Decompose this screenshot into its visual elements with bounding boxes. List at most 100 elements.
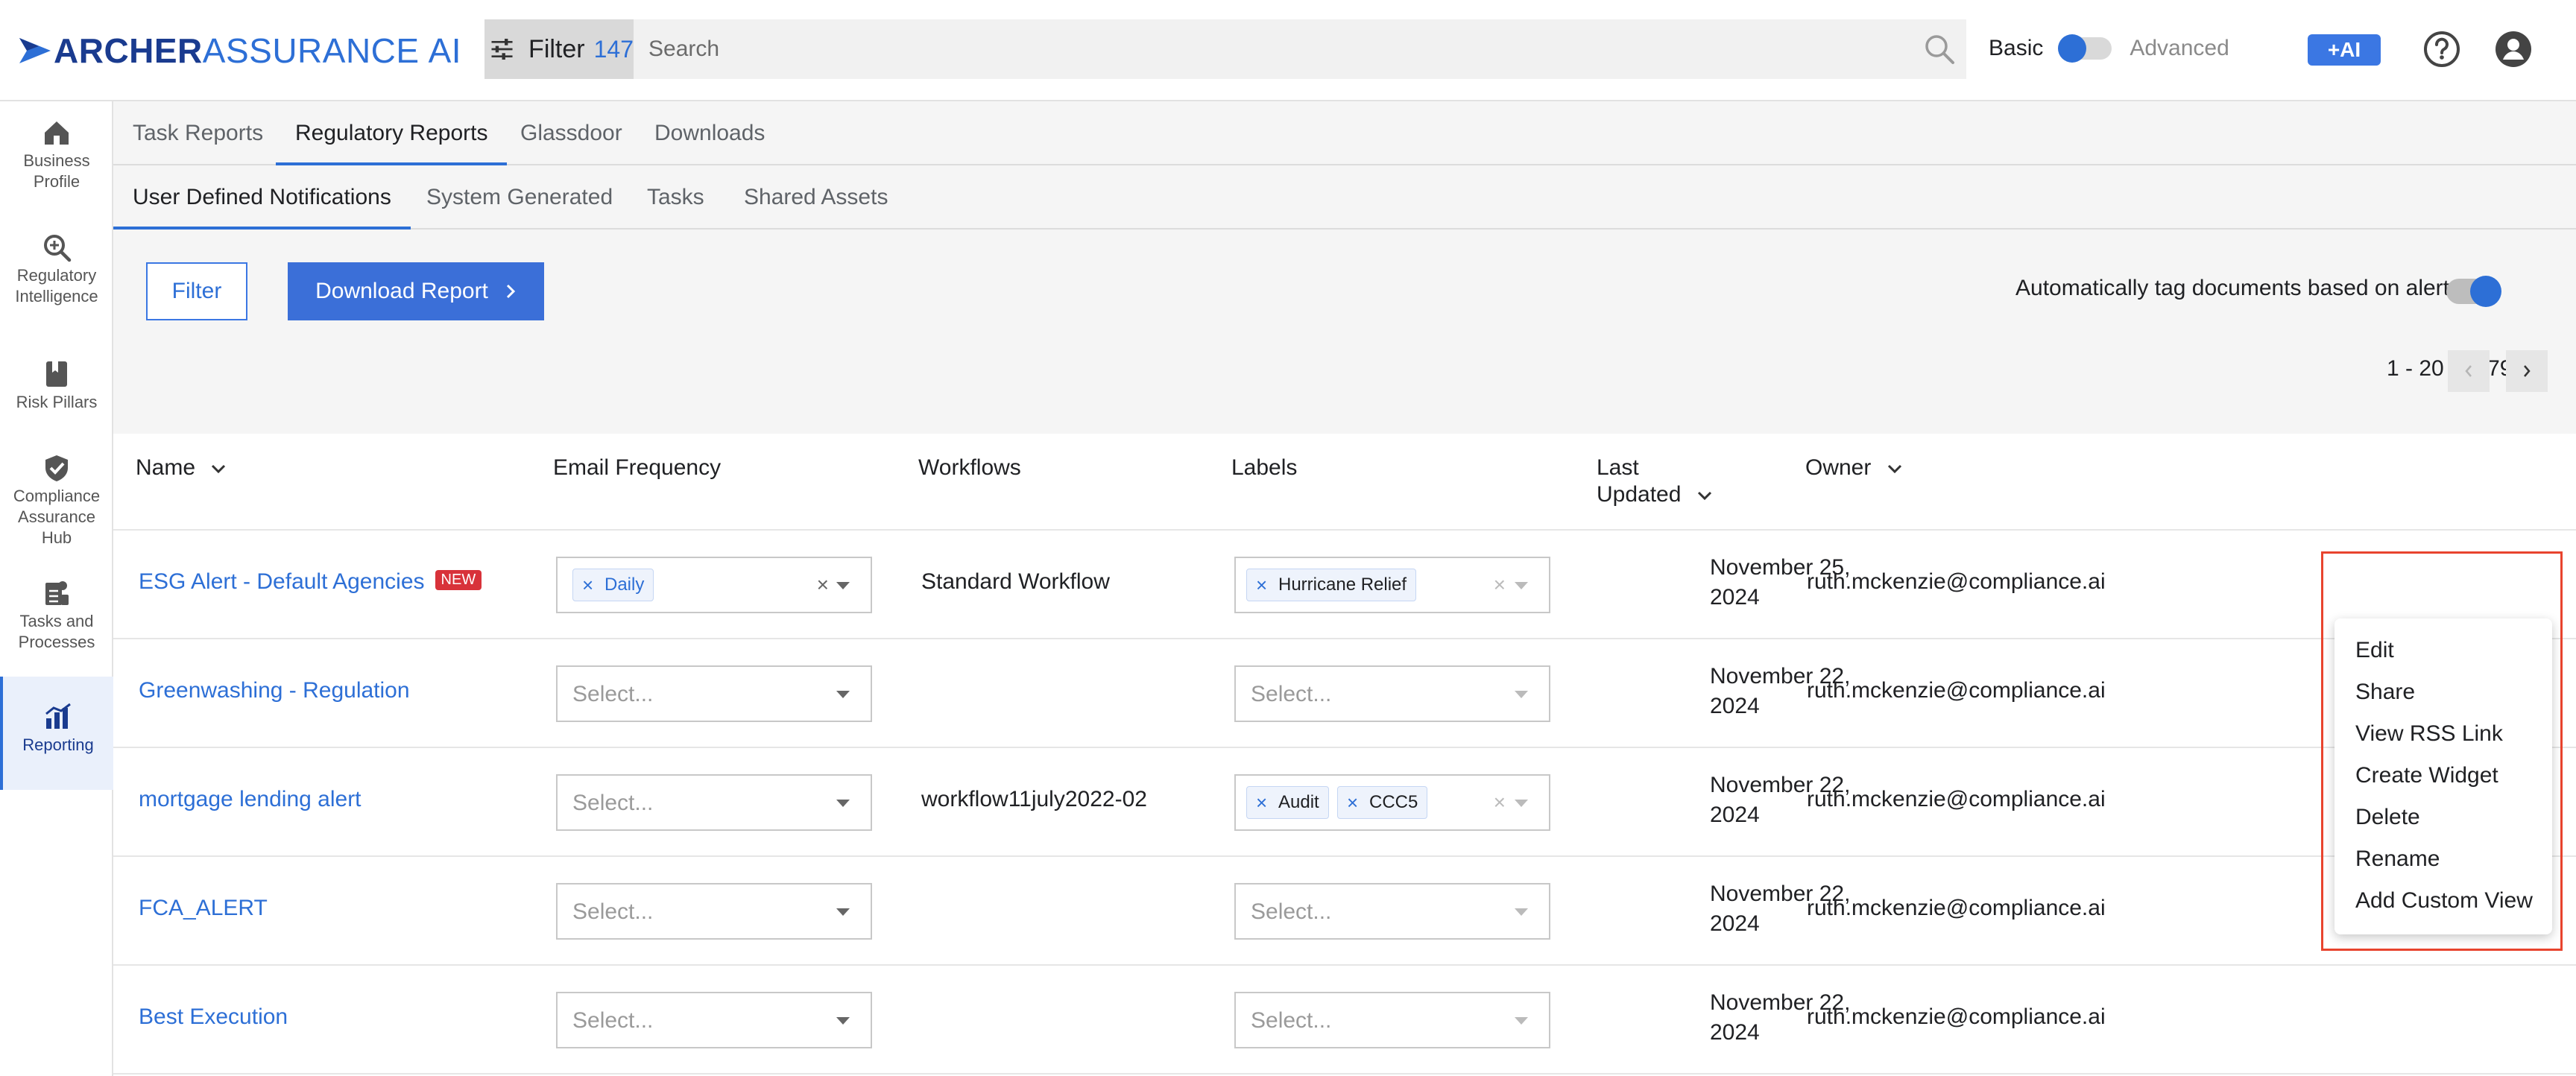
alert-name-link[interactable]: Greenwashing - Regulation <box>139 678 410 703</box>
caret-down-icon <box>1515 582 1528 589</box>
filter-button[interactable]: Filter <box>146 262 247 320</box>
caret-down-icon <box>1515 800 1528 807</box>
email-frequency-select[interactable]: Select... <box>556 883 872 940</box>
tab-downloads[interactable]: Downloads <box>635 101 784 165</box>
table-header: Name Email Frequency Workflows Labels La… <box>113 434 2576 531</box>
help-icon[interactable] <box>2422 30 2461 69</box>
email-frequency-select[interactable]: Select... <box>556 992 872 1048</box>
remove-chip-icon[interactable]: × <box>1347 787 1358 818</box>
column-header-name[interactable]: Name <box>136 455 227 481</box>
column-header-owner[interactable]: Owner <box>1805 455 1903 481</box>
alert-name-link[interactable]: mortgage lending alert <box>139 787 362 812</box>
logo-arrow-icon <box>19 38 51 63</box>
caret-down-icon <box>836 1017 850 1025</box>
secondary-tabs: User Defined Notifications System Genera… <box>113 165 2576 230</box>
clear-selection-icon[interactable]: × <box>817 573 829 597</box>
alert-name-link[interactable]: ESG Alert - Default Agencies NEW <box>139 569 482 595</box>
remove-chip-icon[interactable]: × <box>1256 569 1267 601</box>
search-input[interactable] <box>648 19 1901 79</box>
alert-name-link[interactable]: FCA_ALERT <box>139 896 268 921</box>
sidebar-item-risk-pillars[interactable]: Risk Pillars <box>0 359 113 455</box>
owner-value: ruth.mckenzie@compliance.ai <box>1807 678 2106 703</box>
label-chip-text: CCC5 <box>1369 792 1418 812</box>
tab-shared-assets[interactable]: Shared Assets <box>724 165 907 230</box>
menu-item-add-custom-view[interactable]: Add Custom View <box>2355 888 2533 914</box>
mode-toggle[interactable] <box>2058 34 2112 63</box>
menu-item-delete[interactable]: Delete <box>2355 805 2420 830</box>
table-row: mortgage lending alert Select... workflo… <box>113 748 2576 857</box>
search-mode-switch: Basic Advanced <box>1989 30 2229 67</box>
select-placeholder: Select... <box>572 899 654 924</box>
tasks-icon <box>45 581 69 605</box>
chevron-left-icon <box>2465 365 2472 377</box>
frequency-chip: × Daily <box>572 569 654 601</box>
labels-select[interactable]: × Audit × CCC5 × <box>1234 774 1550 831</box>
labels-select[interactable]: Select... <box>1234 883 1550 940</box>
mode-basic-label[interactable]: Basic <box>1989 36 2043 61</box>
tab-glassdoor[interactable]: Glassdoor <box>501 101 642 165</box>
tab-user-defined-notifications[interactable]: User Defined Notifications <box>113 165 411 230</box>
column-header-last-updated[interactable]: Last Updated <box>1597 455 1713 508</box>
search-icon[interactable] <box>1923 33 1956 66</box>
select-placeholder: Select... <box>1251 1008 1332 1033</box>
label-chip: × CCC5 <box>1337 786 1428 819</box>
menu-item-create-widget[interactable]: Create Widget <box>2355 763 2498 788</box>
ai-button[interactable]: +AI <box>2308 34 2381 66</box>
logo-text-ai: AI <box>428 31 462 70</box>
sidebar-item-business-profile[interactable]: Business Profile <box>0 118 113 213</box>
tab-system-generated[interactable]: System Generated <box>407 165 632 230</box>
sidebar-item-regulatory-intelligence[interactable]: Regulatory Intelligence <box>0 232 113 328</box>
top-header: ARCHERASSURANCEAI Filter 147 Basic Advan… <box>0 0 2576 101</box>
logo-text-archer: ARCHER <box>54 31 203 70</box>
remove-chip-icon[interactable]: × <box>1256 787 1267 818</box>
column-header-workflows: Workflows <box>918 455 1021 480</box>
download-report-button[interactable]: Download Report <box>288 262 544 320</box>
alert-name-link[interactable]: Best Execution <box>139 1004 288 1030</box>
label-chip: × Hurricane Relief <box>1246 569 1417 601</box>
email-frequency-select[interactable]: Select... <box>556 774 872 831</box>
labels-select[interactable]: Select... <box>1234 665 1550 722</box>
sidebar-label-compliance-assurance-hub: Compliance Assurance Hub <box>13 487 101 547</box>
menu-item-rename[interactable]: Rename <box>2355 846 2440 872</box>
new-badge: NEW <box>435 570 482 590</box>
menu-item-share[interactable]: Share <box>2355 680 2415 705</box>
last-updated-line2: 2024 <box>1710 803 1760 827</box>
sidebar-item-tasks-and-processes[interactable]: Tasks and Processes <box>0 578 113 675</box>
header-filter-button[interactable]: Filter 147 <box>484 19 634 79</box>
column-header-name-label: Name <box>136 455 196 480</box>
select-placeholder: Select... <box>572 682 654 706</box>
caret-down-icon <box>1515 691 1528 698</box>
menu-item-view-rss-link[interactable]: View RSS Link <box>2355 721 2503 747</box>
sidebar-item-compliance-assurance-hub[interactable]: Compliance Assurance Hub <box>0 453 113 572</box>
labels-select[interactable]: Select... <box>1234 992 1550 1048</box>
menu-item-edit[interactable]: Edit <box>2355 638 2394 663</box>
email-frequency-select[interactable]: × Daily × <box>556 557 872 613</box>
tab-tasks[interactable]: Tasks <box>628 165 724 230</box>
auto-tag-toggle[interactable] <box>2446 276 2501 307</box>
chevron-right-icon <box>506 284 516 299</box>
chevron-down-icon <box>1887 465 1901 474</box>
logo-text-assurance: ASSURANCE <box>202 31 420 70</box>
select-placeholder: Select... <box>1251 682 1332 706</box>
table-row: Greenwashing - Regulation Select... Sele… <box>113 639 2576 748</box>
row-action-menu: Edit Share View RSS Link Create Widget D… <box>2334 618 2552 934</box>
select-placeholder: Select... <box>1251 899 1332 924</box>
tab-task-reports[interactable]: Task Reports <box>113 101 282 165</box>
table-row: ESG Alert - Default Agencies NEW × Daily … <box>113 531 2576 639</box>
app-logo[interactable]: ARCHER ASSURANCE AI <box>19 30 461 72</box>
bookmark-book-icon <box>46 361 67 387</box>
remove-chip-icon[interactable]: × <box>582 569 593 601</box>
user-account-icon[interactable] <box>2494 30 2533 69</box>
house-icon <box>45 121 69 145</box>
sidebar-item-reporting[interactable]: Reporting <box>0 677 113 790</box>
clear-selection-icon[interactable]: × <box>1494 791 1506 814</box>
tab-regulatory-reports[interactable]: Regulatory Reports <box>276 101 508 165</box>
owner-value: ruth.mckenzie@compliance.ai <box>1807 787 2106 811</box>
mode-advanced-label[interactable]: Advanced <box>2130 36 2229 61</box>
email-frequency-select[interactable]: Select... <box>556 665 872 722</box>
clear-selection-icon[interactable]: × <box>1494 573 1506 597</box>
prev-page-button[interactable] <box>2448 350 2490 392</box>
labels-select[interactable]: × Hurricane Relief × <box>1234 557 1550 613</box>
next-page-button[interactable] <box>2506 350 2548 392</box>
select-placeholder: Select... <box>572 1008 654 1033</box>
